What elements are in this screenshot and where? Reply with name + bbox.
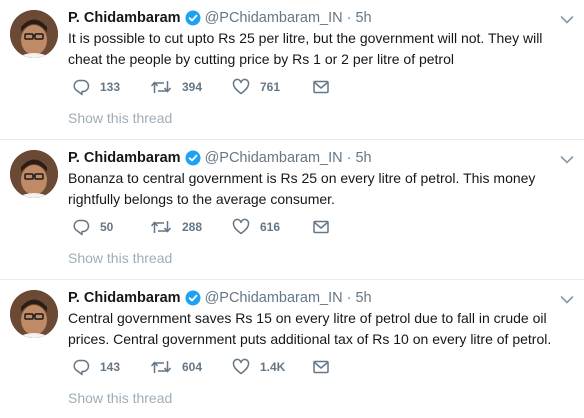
retweet-count: 604	[182, 360, 203, 374]
message-button[interactable]	[312, 76, 330, 98]
reply-button[interactable]: 50	[72, 216, 113, 238]
like-icon	[232, 218, 250, 235]
timestamp[interactable]: 5h	[355, 10, 371, 26]
retweet-icon	[150, 361, 172, 373]
verified-icon	[185, 10, 201, 26]
author-name[interactable]: P. Chidambaram	[68, 290, 181, 306]
reply-icon	[73, 79, 90, 96]
verified-icon	[185, 290, 201, 306]
message-button[interactable]	[312, 216, 330, 238]
retweet-count: 394	[182, 80, 203, 94]
separator-dot: ·	[346, 290, 352, 306]
timestamp[interactable]: 5h	[355, 150, 371, 166]
message-icon	[313, 360, 329, 374]
tweet[interactable]: P. Chidambaram @PChidambaram_IN · 5h It …	[0, 0, 584, 140]
tweet-header: P. Chidambaram @PChidambaram_IN · 5h	[68, 8, 372, 28]
tweet[interactable]: P. Chidambaram @PChidambaram_IN · 5h Cen…	[0, 280, 584, 418]
retweet-button[interactable]: 604	[150, 356, 202, 378]
like-button[interactable]: 761	[232, 76, 280, 98]
message-icon	[313, 80, 329, 94]
author-name[interactable]: P. Chidambaram	[68, 10, 181, 26]
like-icon	[232, 78, 250, 95]
like-count: 761	[260, 80, 281, 94]
separator-dot: ·	[346, 10, 352, 26]
retweet-count: 288	[182, 220, 203, 234]
avatar[interactable]	[10, 150, 58, 198]
tweet-header: P. Chidambaram @PChidambaram_IN · 5h	[68, 148, 372, 168]
show-thread-link[interactable]: Show this thread	[68, 390, 172, 406]
message-button[interactable]	[312, 356, 330, 378]
show-thread-link[interactable]: Show this thread	[68, 250, 172, 266]
show-thread-link[interactable]: Show this thread	[68, 110, 172, 126]
like-button[interactable]: 1.4K	[232, 356, 285, 378]
reply-icon	[73, 359, 90, 376]
reply-button[interactable]: 133	[72, 76, 120, 98]
tweet[interactable]: P. Chidambaram @PChidambaram_IN · 5h Bon…	[0, 140, 584, 280]
retweet-button[interactable]: 394	[150, 76, 202, 98]
reply-count: 133	[100, 80, 121, 94]
like-count: 1.4K	[260, 360, 286, 374]
avatar[interactable]	[10, 290, 58, 338]
timestamp[interactable]: 5h	[355, 290, 371, 306]
tweet-text: Bonanza to central government is Rs 25 o…	[68, 170, 536, 207]
reply-icon	[73, 219, 90, 236]
tweet-header: P. Chidambaram @PChidambaram_IN · 5h	[68, 288, 372, 308]
reply-button[interactable]: 143	[72, 356, 120, 378]
author-handle[interactable]: @PChidambaram_IN	[205, 290, 343, 306]
like-count: 616	[260, 220, 281, 234]
reply-count: 143	[100, 360, 121, 374]
tweet-text: It is possible to cut upto Rs 25 per lit…	[68, 30, 543, 67]
avatar[interactable]	[10, 10, 58, 58]
author-name[interactable]: P. Chidambaram	[68, 150, 181, 166]
retweet-icon	[150, 221, 172, 233]
like-button[interactable]: 616	[232, 216, 280, 238]
verified-icon	[185, 150, 201, 166]
tweet-timeline: P. Chidambaram @PChidambaram_IN · 5h It …	[0, 0, 584, 418]
message-icon	[313, 220, 329, 234]
author-handle[interactable]: @PChidambaram_IN	[205, 150, 343, 166]
reply-count: 50	[100, 220, 114, 234]
retweet-button[interactable]: 288	[150, 216, 202, 238]
like-icon	[232, 358, 250, 375]
separator-dot: ·	[346, 150, 352, 166]
author-handle[interactable]: @PChidambaram_IN	[205, 10, 343, 26]
retweet-icon	[150, 81, 172, 93]
tweet-text: Central government saves Rs 15 on every …	[68, 310, 552, 347]
